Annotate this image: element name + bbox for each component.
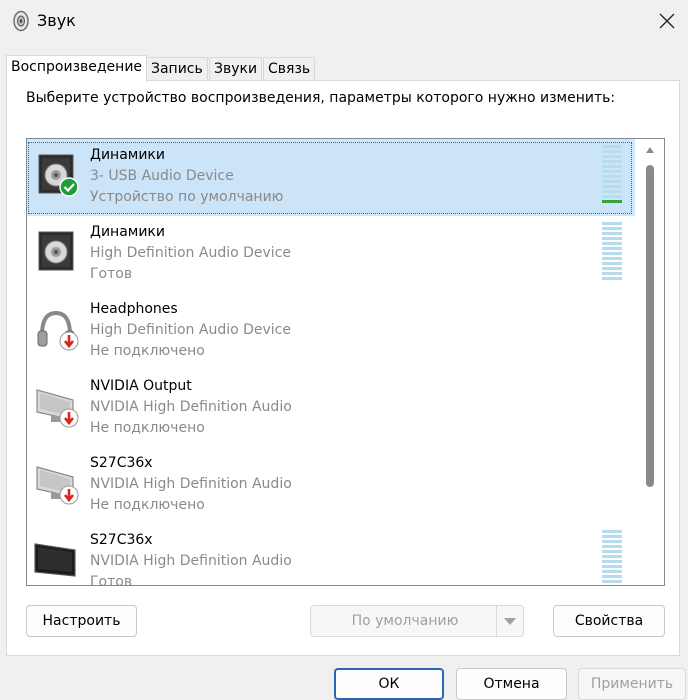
meter-segment	[602, 222, 622, 225]
volume-meter	[602, 222, 622, 282]
meter-segment	[602, 530, 622, 533]
unplugged-icon	[59, 485, 79, 505]
meter-segment	[602, 195, 622, 198]
instruction-text: Выберите устройство воспроизведения, пар…	[26, 90, 616, 106]
scrollbar[interactable]	[636, 139, 664, 585]
meter-segment	[602, 200, 622, 203]
properties-button[interactable]: Свойства	[553, 605, 665, 637]
meter-segment	[602, 252, 622, 255]
meter-segment	[602, 570, 622, 573]
device-item[interactable]: S27C36x NVIDIA High Definition Audio Готов	[27, 524, 635, 586]
scroll-up-icon[interactable]	[646, 147, 654, 153]
device-list-items: Динамики 3- USB Audio Device Устройство по…	[27, 139, 635, 586]
meter-segment	[602, 272, 622, 275]
meter-segment	[602, 540, 622, 543]
set-default-label: По умолчанию	[351, 613, 459, 629]
unplugged-icon	[59, 331, 79, 351]
device-item[interactable]: S27C36x NVIDIA High Definition Audio Не по…	[27, 447, 635, 524]
tab-panel: Выберите устройство воспроизведения, пар…	[6, 80, 680, 656]
window-title: Звук	[37, 11, 76, 30]
meter-segment	[602, 180, 622, 183]
device-name: S27C36x	[90, 532, 153, 548]
device-status: Не подключено	[90, 497, 205, 513]
meter-segment	[602, 227, 622, 230]
chevron-down-icon	[504, 617, 516, 625]
device-item[interactable]: Headphones High Definition Audio Device Не…	[27, 293, 635, 370]
set-default-dropdown[interactable]	[496, 606, 523, 636]
speaker-icon	[13, 10, 29, 32]
meter-segment	[602, 535, 622, 538]
meter-segment	[602, 190, 622, 193]
device-name: S27C36x	[90, 455, 153, 471]
speaker-icon	[38, 231, 74, 271]
device-name: Динамики	[90, 147, 165, 163]
device-description: 3- USB Audio Device	[90, 168, 234, 184]
device-name: Динамики	[90, 224, 165, 240]
meter-segment	[602, 145, 622, 148]
meter-segment	[602, 232, 622, 235]
monitor-dark-icon	[34, 543, 76, 577]
meter-segment	[602, 170, 622, 173]
meter-segment	[602, 242, 622, 245]
meter-segment	[602, 247, 622, 250]
meter-segment	[602, 545, 622, 548]
meter-segment	[602, 585, 622, 586]
meter-segment	[602, 165, 622, 168]
device-name: NVIDIA Output	[90, 378, 192, 394]
meter-segment	[602, 262, 622, 265]
meter-segment	[602, 565, 622, 568]
device-description: NVIDIA High Definition Audio	[90, 399, 292, 415]
device-status: Не подключено	[90, 343, 205, 359]
device-status: Не подключено	[90, 420, 205, 436]
device-description: High Definition Audio Device	[90, 245, 291, 261]
meter-segment	[602, 555, 622, 558]
meter-segment	[602, 575, 622, 578]
device-status: Готов	[90, 574, 133, 586]
cancel-button[interactable]: Отмена	[456, 668, 567, 700]
meter-segment	[602, 267, 622, 270]
device-list[interactable]: Динамики 3- USB Audio Device Устройство по…	[26, 138, 665, 586]
set-default-button[interactable]: По умолчанию	[310, 605, 524, 637]
device-description: NVIDIA High Definition Audio	[90, 476, 292, 492]
unplugged-icon	[59, 408, 79, 428]
volume-meter	[602, 145, 622, 205]
device-item[interactable]: NVIDIA Output NVIDIA High Definition Audi…	[27, 370, 635, 447]
tab-sounds[interactable]: Звуки	[209, 57, 263, 80]
default-check-icon	[59, 177, 79, 197]
meter-segment	[602, 175, 622, 178]
tab-recording[interactable]: Запись	[146, 57, 208, 80]
meter-segment	[602, 580, 622, 583]
device-status: Готов	[90, 266, 133, 282]
close-button[interactable]	[650, 4, 684, 38]
meter-segment	[602, 150, 622, 153]
tab-playback[interactable]: Воспроизведение	[6, 55, 148, 82]
meter-segment	[602, 155, 622, 158]
title-bar: Звук	[0, 0, 688, 42]
meter-segment	[602, 550, 622, 553]
meter-segment	[602, 237, 622, 240]
apply-button[interactable]: Применить	[578, 668, 686, 700]
configure-button[interactable]: Настроить	[26, 605, 137, 637]
device-status: Устройство по умолчанию	[90, 189, 284, 205]
ok-button[interactable]: ОК	[334, 668, 444, 700]
volume-meter	[602, 530, 622, 586]
device-item[interactable]: Динамики 3- USB Audio Device Устройство по…	[27, 139, 635, 216]
meter-segment	[602, 257, 622, 260]
device-item[interactable]: Динамики High Definition Audio Device Гото…	[27, 216, 635, 293]
device-description: High Definition Audio Device	[90, 322, 291, 338]
device-name: Headphones	[90, 301, 178, 317]
meter-segment	[602, 560, 622, 563]
tab-communications[interactable]: Связь	[263, 57, 316, 80]
scroll-thumb[interactable]	[646, 165, 654, 487]
meter-segment	[602, 277, 622, 280]
device-description: NVIDIA High Definition Audio	[90, 553, 292, 569]
meter-segment	[602, 185, 622, 188]
close-icon	[659, 13, 675, 29]
meter-segment	[602, 160, 622, 163]
